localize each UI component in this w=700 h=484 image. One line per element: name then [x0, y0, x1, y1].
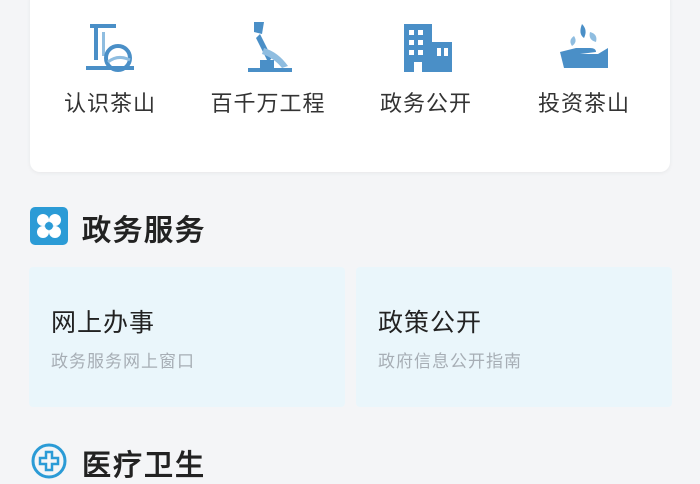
quick-link-gov-open[interactable]: 政务公开 [356, 0, 496, 172]
quick-link-project[interactable]: 百千万工程 [198, 0, 338, 172]
card-subtitle: 政府信息公开指南 [378, 352, 522, 372]
quick-link-label: 投资茶山 [537, 92, 630, 117]
medical-cross-icon [31, 443, 67, 479]
gov-services-header: 政务服务 [30, 205, 330, 247]
section-title: 医疗卫生 [82, 448, 207, 482]
gov-service-icon [30, 207, 68, 245]
quick-links-card: 认识茶山 百千万工程 政务公开 投资茶山 [30, 0, 670, 172]
hand-sprout-icon [560, 24, 608, 68]
online-service-card[interactable]: 网上办事 政务服务网上窗口 [29, 267, 345, 407]
card-subtitle: 政务服务网上窗口 [51, 352, 195, 372]
quick-link-label: 政务公开 [379, 92, 472, 117]
policy-open-card[interactable]: 政策公开 政府信息公开指南 [356, 267, 672, 407]
section-title: 政务服务 [82, 213, 207, 247]
quick-link-invest-chashan[interactable]: 投资茶山 [514, 0, 654, 172]
card-title: 政策公开 [378, 308, 483, 337]
quick-link-label: 百千万工程 [210, 92, 326, 117]
quick-link-know-chashan[interactable]: 认识茶山 [40, 0, 180, 172]
landmark-icon [86, 24, 134, 72]
monument-icon [248, 22, 292, 72]
building-icon [404, 24, 452, 72]
card-title: 网上办事 [51, 308, 156, 337]
quick-link-label: 认识茶山 [63, 92, 156, 117]
medical-header: 医疗卫生 [30, 440, 330, 482]
